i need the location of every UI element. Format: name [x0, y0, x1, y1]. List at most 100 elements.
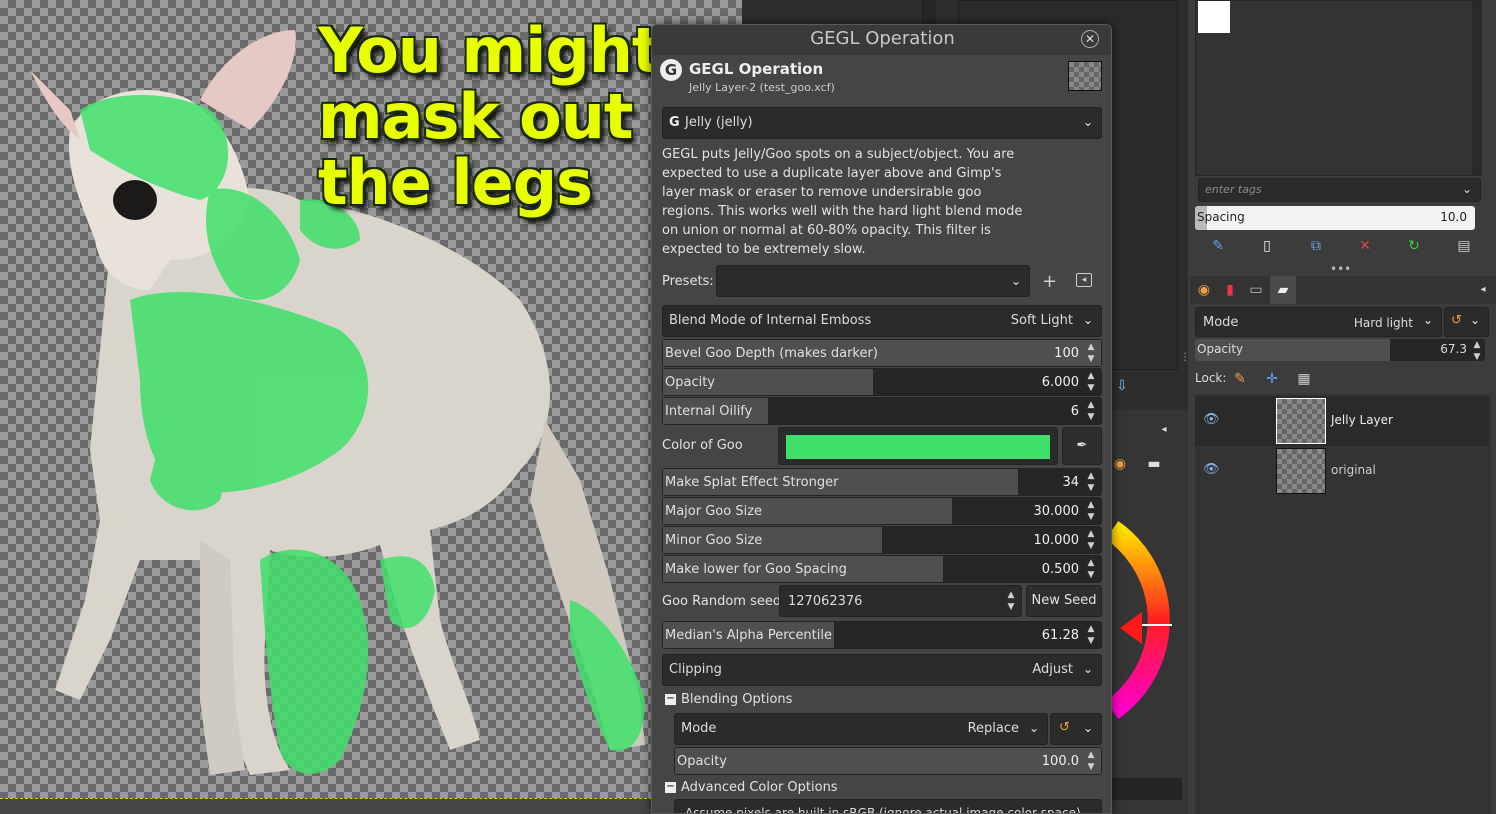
spin-arrows-icon[interactable]: ▲ ▼	[1085, 341, 1097, 365]
right-dock: enter tags ⌄ Spacing 10.0 ✎ ▯ ⧉ ✕ ↻ ▤ ••…	[1180, 0, 1496, 814]
edit-brush-icon[interactable]: ✎	[1208, 236, 1228, 256]
collapse-icon[interactable]: −	[665, 694, 676, 705]
dock-tabs: ◉ ▮ ▭ ▰ ◂	[1190, 276, 1496, 304]
spin-arrows-icon[interactable]: ▲ ▼	[1085, 370, 1097, 394]
composite-mode-button[interactable]: ↺ ⌄	[1444, 307, 1489, 337]
tab-layers[interactable]: ▰	[1270, 276, 1296, 304]
palette-icon[interactable]: ◉	[1110, 454, 1130, 474]
image-canvas[interactable]: You might mask out the legs	[0, 0, 742, 814]
layer-preview-thumbnail	[1068, 61, 1102, 91]
minor-goo-size-slider[interactable]: Minor Goo Size 10.000 ▲ ▼	[662, 526, 1102, 554]
layer-name[interactable]: original	[1331, 463, 1376, 477]
slider-fill	[675, 748, 1101, 774]
layers-icon: ▰	[1277, 282, 1289, 298]
slider-value: 100	[1054, 346, 1079, 361]
dialog-title: GEGL Operation	[810, 28, 955, 49]
spin-arrows-icon[interactable]: ▲ ▼	[1005, 589, 1017, 613]
brushes-panel	[1195, 0, 1482, 176]
tab-channels-icon[interactable]: ▮	[1220, 280, 1240, 300]
layer-row[interactable]: 👁 Jelly Layer	[1195, 396, 1489, 446]
slider-label: Internal Oilify	[665, 404, 753, 419]
layer-row[interactable]: 👁 original	[1195, 446, 1489, 496]
spin-arrows-icon[interactable]: ▲ ▼	[1085, 557, 1097, 581]
median-alpha-slider[interactable]: Median's Alpha Percentile 61.28 ▲ ▼	[662, 621, 1102, 649]
color-wheel[interactable]	[1112, 520, 1192, 720]
hex-input[interactable]	[1112, 778, 1182, 800]
color-of-goo-button[interactable]	[778, 427, 1058, 465]
spin-arrows-icon[interactable]: ▲ ▼	[1085, 749, 1097, 773]
refresh-icon[interactable]: ↻	[1404, 236, 1424, 256]
blending-opacity-slider[interactable]: Opacity 100.0 ▲ ▼	[674, 747, 1102, 775]
gegl-icon: G	[669, 115, 680, 130]
lock-pixels-icon[interactable]: ✎	[1230, 369, 1250, 389]
spin-arrows-icon[interactable]: ▲ ▼	[1471, 339, 1483, 361]
layer-opacity-slider[interactable]: Opacity 67.3 ▲ ▼	[1195, 339, 1485, 361]
dock-handle-icon[interactable]: •••	[1330, 262, 1351, 276]
blending-mode-select[interactable]: Mode Replace ⌄	[674, 713, 1048, 745]
tags-input[interactable]: enter tags ⌄	[1198, 178, 1481, 202]
color-swatch	[786, 435, 1050, 459]
opacity-slider[interactable]: Opacity 6.000 ▲ ▼	[662, 368, 1102, 396]
lamb-ear	[30, 70, 80, 140]
dock-menu-icon[interactable]: ◂	[1154, 420, 1174, 440]
eye-icon[interactable]: 👁	[1203, 412, 1220, 427]
dock-menu-icon[interactable]: ◂	[1473, 280, 1493, 300]
slider-label: Bevel Goo Depth (makes darker)	[665, 346, 878, 361]
internal-oilify-slider[interactable]: Internal Oilify 6 ▲ ▼	[662, 397, 1102, 425]
pencil-icon[interactable]: ▬	[1144, 454, 1164, 474]
spin-arrows-icon[interactable]: ▲ ▼	[1085, 499, 1097, 523]
spacing-slider[interactable]: Spacing 10.0	[1195, 206, 1475, 230]
new-seed-label: New Seed	[1031, 593, 1097, 608]
clipping-select[interactable]: Clipping Adjust ⌄	[662, 654, 1102, 686]
spin-arrows-icon[interactable]: ▲ ▼	[1085, 623, 1097, 647]
random-seed-input[interactable]: 127062376 ▲ ▼	[779, 585, 1022, 617]
blending-mode-value: Replace	[967, 721, 1019, 736]
spin-arrows-icon[interactable]: ▲ ▼	[1085, 470, 1097, 494]
operation-select[interactable]: G Jelly (jelly) ⌄	[662, 107, 1102, 139]
lock-position-icon[interactable]: ✛	[1262, 369, 1282, 389]
splat-stronger-slider[interactable]: Make Splat Effect Stronger 34 ▲ ▼	[662, 468, 1102, 496]
delete-brush-icon[interactable]: ✕	[1355, 236, 1375, 256]
tab-paths-icon[interactable]: ▭	[1246, 280, 1266, 300]
collapse-icon[interactable]: −	[665, 782, 676, 793]
blend-mode-value: Soft Light	[1010, 313, 1073, 328]
random-seed-value: 127062376	[788, 594, 863, 609]
spin-arrows-icon[interactable]: ▲ ▼	[1085, 399, 1097, 423]
slider-value: 30.000	[1033, 504, 1080, 519]
tab-palette-icon[interactable]: ◉	[1194, 280, 1214, 300]
lock-alpha-icon[interactable]: ▦	[1294, 369, 1314, 389]
new-brush-icon[interactable]: ▯	[1257, 236, 1277, 256]
open-as-image-icon[interactable]: ▤	[1454, 236, 1474, 256]
export-icon[interactable]: ⇩	[1112, 376, 1132, 396]
add-preset-icon[interactable]: +	[1042, 271, 1057, 292]
spin-arrows-icon[interactable]: ▲ ▼	[1085, 528, 1097, 552]
reset-icon: ↺	[1451, 313, 1462, 328]
chevron-down-icon: ⌄	[1461, 182, 1472, 196]
color-picker-button[interactable]: ✒	[1062, 427, 1102, 465]
major-goo-size-slider[interactable]: Major Goo Size 30.000 ▲ ▼	[662, 497, 1102, 525]
clipping-label: Clipping	[669, 662, 722, 677]
brush-preview[interactable]	[1198, 1, 1230, 33]
new-seed-button[interactable]: New Seed	[1026, 585, 1102, 617]
blending-options-header[interactable]: Blending Options	[681, 692, 792, 707]
blend-mode-label: Blend Mode of Internal Emboss	[669, 313, 872, 328]
slider-label: Opacity	[677, 754, 728, 769]
scrollbar[interactable]	[1472, 1, 1482, 175]
eye-icon[interactable]: 👁	[1203, 462, 1220, 477]
presets-select[interactable]: ⌄	[716, 265, 1030, 297]
goo-spacing-slider[interactable]: Make lower for Goo Spacing 0.500 ▲ ▼	[662, 555, 1102, 583]
slider-value: 10.000	[1033, 533, 1080, 548]
pane-handle-icon[interactable]: ⋮	[1180, 352, 1190, 378]
close-button[interactable]: ✕	[1081, 30, 1099, 48]
layer-name[interactable]: Jelly Layer	[1331, 413, 1393, 427]
bevel-depth-slider[interactable]: Bevel Goo Depth (makes darker) 100 ▲ ▼	[662, 339, 1102, 367]
advanced-color-header[interactable]: Advanced Color Options	[681, 780, 838, 795]
layer-thumbnail	[1276, 398, 1326, 444]
dialog-titlebar[interactable]: GEGL Operation ✕	[652, 25, 1111, 55]
layer-mode-select[interactable]: Mode Hard light ⌄	[1195, 307, 1442, 337]
presets-menu-icon[interactable]: ◂	[1076, 273, 1092, 287]
advanced-color-select[interactable]: Assume pixels are built in sRGB (ignore …	[674, 799, 1102, 813]
composite-mode-button[interactable]: ↺ ⌄	[1050, 713, 1102, 745]
blend-mode-select[interactable]: Blend Mode of Internal Emboss Soft Light…	[662, 305, 1102, 337]
duplicate-brush-icon[interactable]: ⧉	[1306, 236, 1326, 256]
